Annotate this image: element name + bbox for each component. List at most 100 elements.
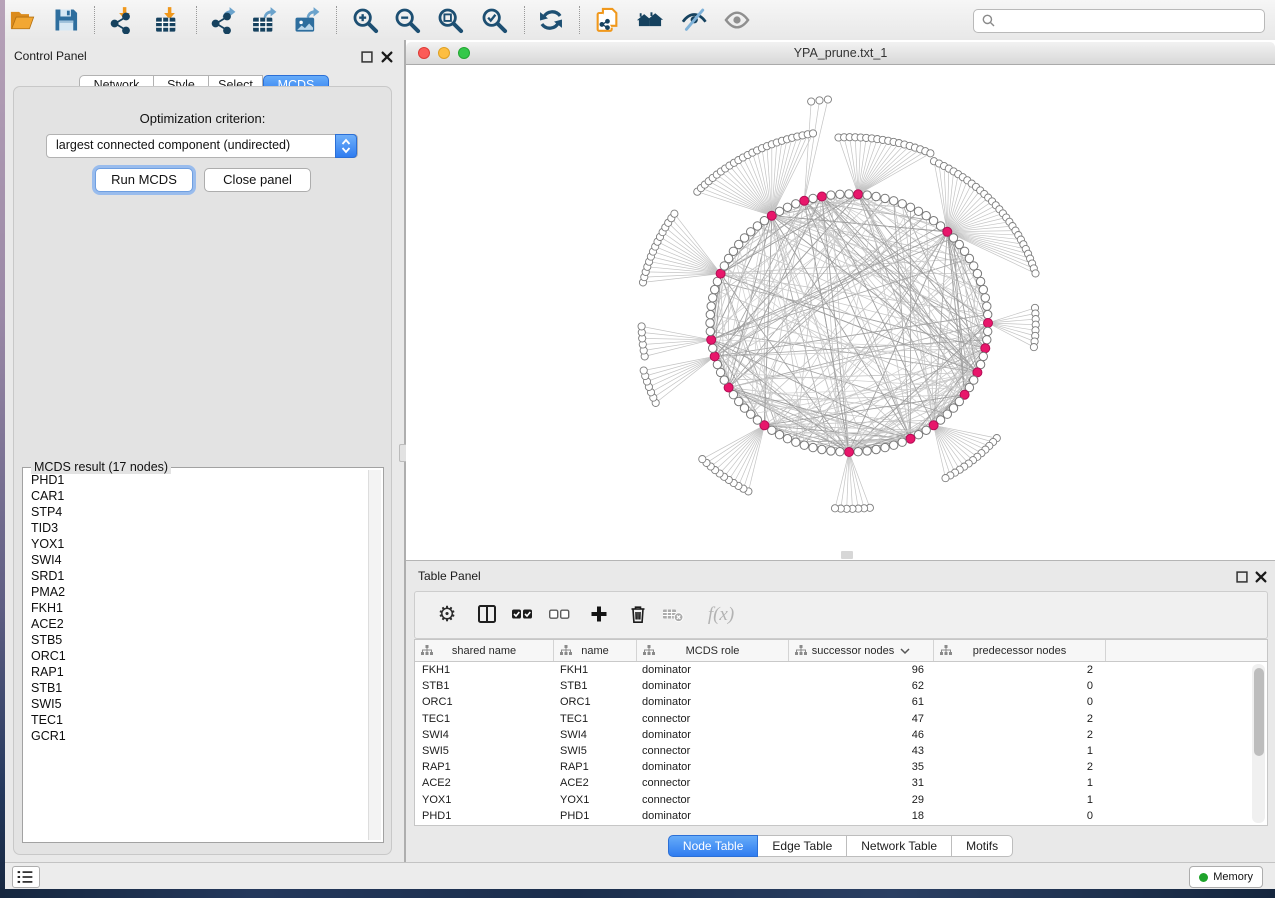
leaf-node[interactable] (816, 97, 823, 104)
mcds-node[interactable] (984, 319, 993, 328)
import-table-icon[interactable] (152, 6, 180, 34)
close-panel-icon[interactable] (381, 50, 394, 63)
ring-node[interactable] (800, 441, 808, 449)
ring-node[interactable] (983, 302, 991, 310)
search-input[interactable] (1000, 11, 1259, 31)
mcds-result-item[interactable]: STP4 (23, 504, 368, 520)
ring-node[interactable] (984, 310, 992, 318)
tab-edge-table[interactable]: Edge Table (758, 835, 847, 857)
table-scrollbar-thumb[interactable] (1254, 668, 1264, 756)
mcds-node[interactable] (710, 352, 719, 361)
mcds-list-scrollbar[interactable] (368, 470, 381, 840)
mcds-result-item[interactable]: GCR1 (23, 728, 368, 744)
mcds-result-item[interactable]: ACE2 (23, 616, 368, 632)
leaf-node[interactable] (809, 130, 816, 137)
mcds-node[interactable] (800, 196, 809, 205)
mcds-result-item[interactable]: CAR1 (23, 488, 368, 504)
ring-node[interactable] (881, 194, 889, 202)
ring-node[interactable] (720, 376, 728, 384)
ring-node[interactable] (747, 228, 755, 236)
mcds-node[interactable] (817, 192, 826, 201)
mcds-result-item[interactable]: PMA2 (23, 584, 368, 600)
deselect-all-checkbox-icon[interactable] (547, 603, 571, 627)
minimize-window-icon[interactable] (438, 47, 450, 59)
maximize-window-icon[interactable] (458, 47, 470, 59)
double-house-icon[interactable] (636, 6, 664, 34)
ring-node[interactable] (979, 285, 987, 293)
show-column-icon[interactable] (475, 603, 499, 627)
zoom-in-icon[interactable] (351, 6, 379, 34)
table-row[interactable]: TEC1TEC1connector472 (415, 711, 1267, 727)
mcds-result-item[interactable]: YOX1 (23, 536, 368, 552)
network-canvas[interactable] (406, 65, 1275, 560)
ring-node[interactable] (881, 443, 889, 451)
mcds-result-item[interactable]: FKH1 (23, 600, 368, 616)
ring-node[interactable] (836, 448, 844, 456)
ring-node[interactable] (775, 431, 783, 439)
zoom-fit-icon[interactable] (436, 6, 464, 34)
criterion-dropdown[interactable]: largest connected component (undirected) (46, 134, 358, 158)
leaf-node[interactable] (1032, 270, 1039, 277)
select-all-checkbox-icon[interactable] (510, 603, 534, 627)
zoom-out-icon[interactable] (393, 6, 421, 34)
leaf-node[interactable] (831, 505, 838, 512)
ring-node[interactable] (898, 200, 906, 208)
ring-node[interactable] (783, 203, 791, 211)
open-file-icon[interactable] (8, 6, 36, 34)
ring-node[interactable] (775, 207, 783, 215)
ring-node[interactable] (914, 207, 922, 215)
mcds-node[interactable] (845, 448, 854, 457)
refresh-layout-icon[interactable] (537, 6, 565, 34)
mcds-result-item[interactable]: PHD1 (23, 472, 368, 488)
ring-node[interactable] (863, 191, 871, 199)
leaf-node[interactable] (671, 210, 678, 217)
leaf-node[interactable] (824, 96, 831, 103)
ring-node[interactable] (973, 269, 981, 277)
ring-node[interactable] (854, 448, 862, 456)
table-row[interactable]: RAP1RAP1dominator352 (415, 759, 1267, 775)
mcds-result-item[interactable]: SWI5 (23, 696, 368, 712)
ring-node[interactable] (709, 344, 717, 352)
table-row[interactable]: PHD1PHD1dominator180 (415, 808, 1267, 824)
add-row-icon[interactable] (587, 603, 611, 627)
search-box[interactable] (973, 9, 1265, 33)
column-header-MCDS-role[interactable]: MCDS role (637, 640, 789, 661)
mcds-node[interactable] (767, 211, 776, 220)
ring-node[interactable] (706, 319, 714, 327)
table-scrollbar[interactable] (1252, 664, 1265, 823)
settings-gear-icon[interactable]: ⚙ (435, 603, 459, 627)
ring-node[interactable] (845, 190, 853, 198)
column-header-shared-name[interactable]: shared name (415, 640, 554, 661)
export-image-icon[interactable] (292, 6, 320, 34)
float-table-icon[interactable] (1236, 570, 1249, 583)
tab-motifs[interactable]: Motifs (952, 835, 1013, 857)
hide-eye-icon[interactable] (680, 6, 708, 34)
mcds-node[interactable] (981, 344, 990, 353)
table-row[interactable]: STB1STB1dominator620 (415, 678, 1267, 694)
ring-node[interactable] (753, 416, 761, 424)
mcds-result-item[interactable]: ORC1 (23, 648, 368, 664)
tab-node-table[interactable]: Node Table (668, 835, 759, 857)
close-table-icon[interactable] (1255, 570, 1268, 583)
mcds-result-item[interactable]: STB1 (23, 680, 368, 696)
mcds-node[interactable] (707, 335, 716, 344)
table-row[interactable]: YOX1YOX1connector291 (415, 792, 1267, 808)
ring-node[interactable] (827, 191, 835, 199)
ring-node[interactable] (818, 445, 826, 453)
export-network-icon[interactable] (208, 6, 236, 34)
leaf-node[interactable] (942, 475, 949, 482)
export-table-icon[interactable] (249, 6, 277, 34)
tab-network-table[interactable]: Network Table (847, 835, 952, 857)
horizontal-splitter-handle[interactable] (841, 551, 853, 559)
ring-node[interactable] (906, 203, 914, 211)
close-window-icon[interactable] (418, 47, 430, 59)
ring-node[interactable] (872, 192, 880, 200)
ring-node[interactable] (979, 352, 987, 360)
ring-node[interactable] (976, 277, 984, 285)
ring-node[interactable] (706, 310, 714, 318)
memory-button[interactable]: Memory (1189, 866, 1263, 888)
ring-node[interactable] (970, 262, 978, 270)
ring-node[interactable] (922, 212, 930, 220)
close-panel-button[interactable]: Close panel (204, 168, 311, 192)
leaf-node[interactable] (927, 150, 934, 157)
